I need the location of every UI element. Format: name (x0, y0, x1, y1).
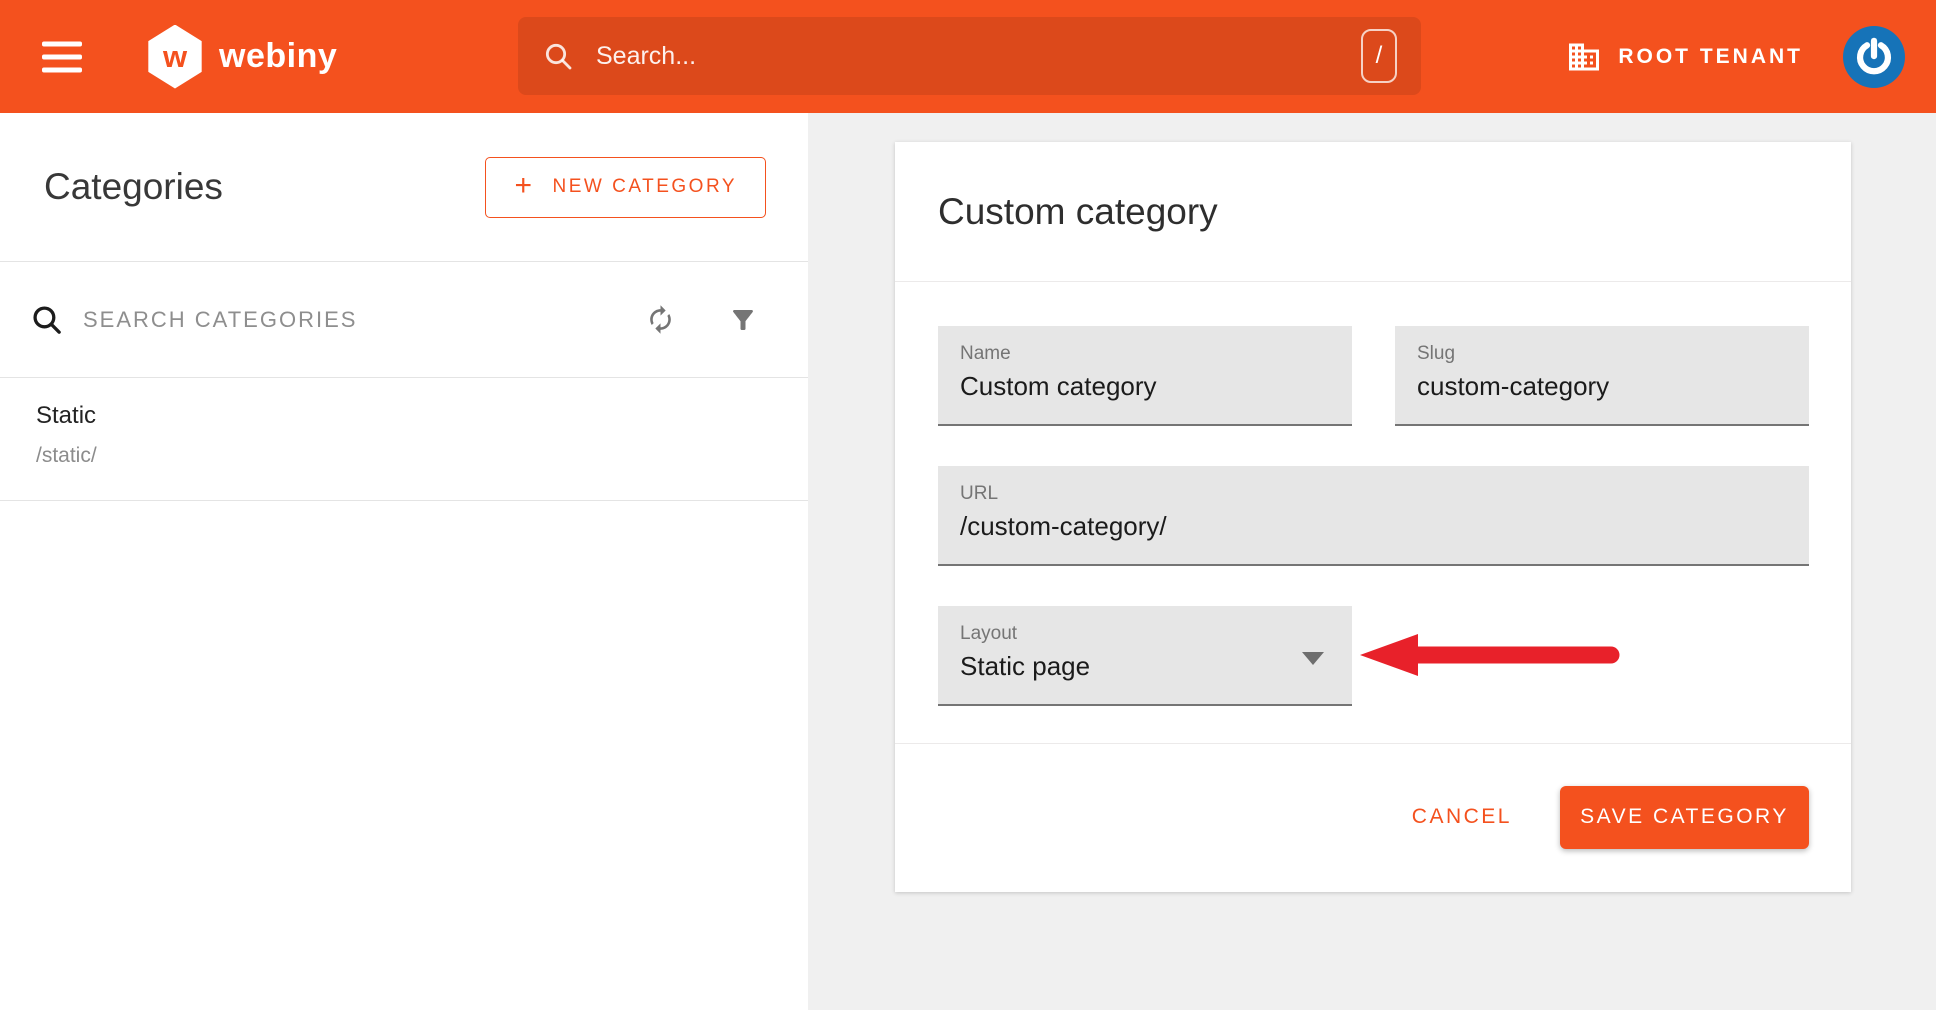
refresh-button[interactable] (645, 304, 676, 335)
slash-shortcut-key: / (1361, 29, 1397, 83)
form-header: Custom category (895, 142, 1851, 282)
category-url: /static/ (36, 444, 808, 468)
global-search-input[interactable]: Search... / (518, 17, 1421, 95)
chevron-down-icon (1302, 652, 1324, 665)
hamburger-icon (42, 41, 82, 46)
webiny-wordmark: webiny (219, 37, 337, 76)
global-search-placeholder: Search... (596, 42, 696, 71)
webiny-logo[interactable]: w webiny (146, 25, 337, 89)
category-name: Static (36, 402, 808, 430)
slug-field-label: Slug (1417, 343, 1809, 365)
slug-field[interactable]: Slug custom-category (1395, 326, 1809, 426)
topbar-right: ROOT TENANT (1566, 0, 1905, 113)
page-title: Categories (44, 166, 223, 208)
form-title: Custom category (938, 191, 1218, 233)
slug-field-value: custom-category (1417, 371, 1809, 402)
new-category-button[interactable]: + NEW CATEGORY (485, 157, 766, 218)
name-field-value: Custom category (960, 371, 1352, 402)
name-field[interactable]: Name Custom category (938, 326, 1352, 426)
url-field-label: URL (960, 483, 1809, 505)
tenant-label: ROOT TENANT (1618, 45, 1803, 69)
layout-select-label: Layout (960, 623, 1352, 645)
search-icon (542, 40, 574, 72)
category-list-item-static[interactable]: Static /static/ (0, 378, 808, 501)
save-category-button[interactable]: SAVE CATEGORY (1560, 786, 1809, 849)
categories-panel-header: Categories + NEW CATEGORY (0, 113, 808, 262)
refresh-icon (645, 304, 676, 335)
categories-search-row: SEARCH CATEGORIES (0, 262, 808, 378)
filter-button[interactable] (728, 305, 758, 335)
filter-icon (728, 305, 758, 335)
url-field[interactable]: URL /custom-category/ (938, 466, 1809, 566)
power-icon (1852, 35, 1896, 79)
category-form-card: Custom category Name Custom category Slu… (895, 142, 1851, 892)
user-avatar[interactable] (1843, 26, 1905, 88)
url-field-value: /custom-category/ (960, 511, 1809, 542)
top-app-bar: w webiny Search... / ROOT TENANT (0, 0, 1936, 113)
category-list: Static /static/ (0, 378, 808, 501)
tenant-selector[interactable]: ROOT TENANT (1566, 39, 1803, 75)
search-categories-icon[interactable] (30, 303, 63, 336)
content-area: Categories + NEW CATEGORY SEARCH CATEGOR… (0, 113, 1936, 1010)
annotation-arrow-icon (1358, 632, 1628, 683)
menu-button[interactable] (38, 37, 86, 76)
webiny-hexagon-icon: w (146, 25, 204, 89)
details-panel: Custom category Name Custom category Slu… (808, 113, 1936, 1010)
name-field-label: Name (960, 343, 1352, 365)
plus-icon: + (514, 171, 534, 201)
form-body: Name Custom category Slug custom-categor… (895, 282, 1851, 744)
categories-panel: Categories + NEW CATEGORY SEARCH CATEGOR… (0, 113, 808, 1010)
cancel-button[interactable]: CANCEL (1398, 795, 1526, 839)
layout-select-value: Static page (960, 651, 1352, 682)
app-root: w webiny Search... / ROOT TENANT (0, 0, 1936, 1010)
layout-select[interactable]: Layout Static page (938, 606, 1352, 706)
new-category-button-label: NEW CATEGORY (553, 176, 737, 198)
form-footer: CANCEL SAVE CATEGORY (895, 744, 1851, 890)
webiny-logo-letter: w (163, 41, 187, 72)
search-categories-input[interactable]: SEARCH CATEGORIES (83, 307, 645, 333)
building-icon (1566, 39, 1602, 75)
